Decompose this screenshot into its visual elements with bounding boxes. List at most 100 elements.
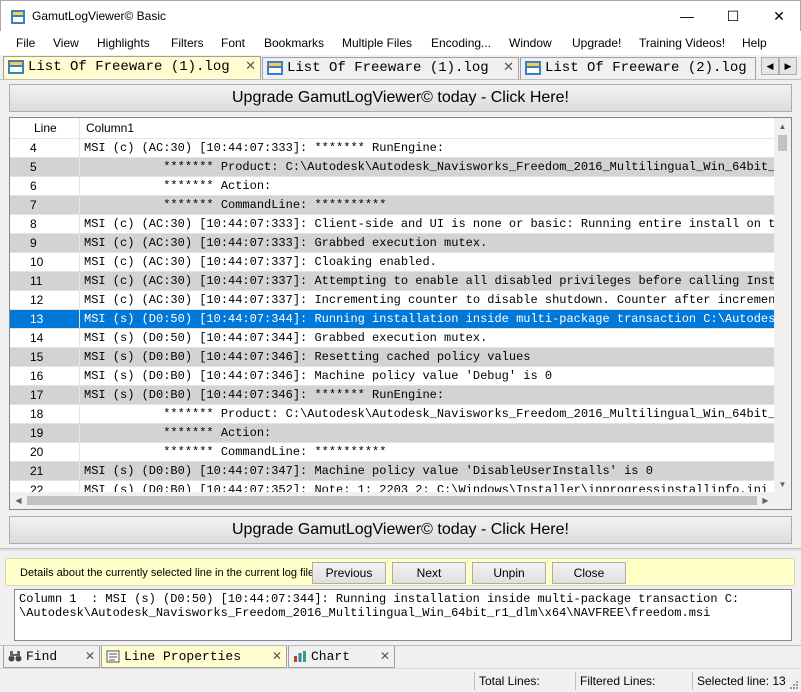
log-text-cell: MSI (c) (AC:30) [10:44:07:333]: ******* …	[84, 141, 445, 155]
scroll-down-icon[interactable]: ▼	[774, 476, 791, 493]
line-number-cell: 21	[10, 462, 80, 480]
column-header-line[interactable]: Line	[10, 118, 80, 139]
table-row[interactable]: 18 ******* Product: C:\Autodesk\Autodesk…	[10, 405, 774, 424]
close-tab-icon[interactable]: ✕	[380, 646, 390, 667]
line-number-cell: 9	[10, 234, 80, 252]
log-text-cell: MSI (c) (AC:30) [10:44:07:337]: Cloaking…	[84, 255, 437, 269]
vertical-scrollbar[interactable]: ▲ ▼	[774, 118, 791, 493]
tab-find[interactable]: Find ✕	[3, 646, 100, 668]
log-file-icon	[8, 60, 24, 74]
tab-scroll-left-icon[interactable]: ◀	[761, 57, 779, 75]
log-text-cell: MSI (s) (D0:50) [10:44:07:344]: Running …	[84, 312, 774, 326]
tab-label: Chart	[311, 649, 351, 664]
close-details-button[interactable]: Close	[552, 562, 626, 584]
table-row[interactable]: 14 MSI (s) (D0:50) [10:44:07:344]: Grabbe…	[10, 329, 774, 348]
table-row[interactable]: 5 ******* Product: C:\Autodesk\Autodesk_…	[10, 158, 774, 177]
log-text-cell: MSI (s) (D0:B0) [10:44:07:346]: Resettin…	[84, 350, 531, 364]
table-row[interactable]: 19 ******* Action:	[10, 424, 774, 443]
menu-help[interactable]: Help	[742, 36, 767, 50]
table-row[interactable]: 10 MSI (c) (AC:30) [10:44:07:337]: Cloaki…	[10, 253, 774, 272]
menu-filters[interactable]: Filters	[171, 36, 204, 50]
line-number-cell: 20	[10, 443, 80, 461]
close-window-button[interactable]: ✕	[756, 1, 801, 31]
log-text-cell: ******* Product: C:\Autodesk\Autodesk_Na…	[84, 407, 774, 421]
line-number-cell: 16	[10, 367, 80, 385]
bottom-tab-bar: Find ✕ Line Properties ✕ Chart ✕	[0, 645, 801, 668]
log-text-cell: ******* CommandLine: **********	[84, 198, 387, 212]
tab-line-properties[interactable]: Line Properties ✕	[101, 646, 287, 668]
tab-scroll-right-icon[interactable]: ▶	[779, 57, 797, 75]
close-tab-icon[interactable]: ✕	[245, 57, 256, 77]
tab-list-of-freeware-2[interactable]: List Of Freeware (2).log	[520, 57, 756, 79]
window-title: GamutLogViewer© Basic	[32, 9, 167, 23]
resize-grip-icon[interactable]	[789, 680, 799, 690]
table-row[interactable]: 9 MSI (c) (AC:30) [10:44:07:333]: Grabbed…	[10, 234, 774, 253]
scroll-left-icon[interactable]: ◀	[10, 492, 27, 509]
vertical-scroll-thumb[interactable]	[778, 135, 787, 151]
log-text-cell: MSI (c) (AC:30) [10:44:07:337]: Incremen…	[84, 293, 774, 307]
menu-upgrade[interactable]: Upgrade!	[572, 36, 621, 50]
tab-list-of-freeware-1a[interactable]: List Of Freeware (1).log ✕	[3, 56, 261, 79]
properties-icon	[106, 650, 120, 663]
line-number-cell: 11	[10, 272, 80, 290]
line-number-cell: 15	[10, 348, 80, 366]
menu-window[interactable]: Window	[509, 36, 552, 50]
previous-button[interactable]: Previous	[312, 562, 386, 584]
document-tab-bar: List Of Freeware (1).log ✕ List Of Freew…	[0, 55, 801, 80]
line-number-cell: 8	[10, 215, 80, 233]
table-row[interactable]: 17 MSI (s) (D0:B0) [10:44:07:346]: ******…	[10, 386, 774, 405]
table-row[interactable]: 12 MSI (c) (AC:30) [10:44:07:337]: Increm…	[10, 291, 774, 310]
details-toolbar: Details about the currently selected lin…	[5, 558, 795, 586]
menu-bookmarks[interactable]: Bookmarks	[264, 36, 324, 50]
upgrade-banner-bottom[interactable]: Upgrade GamutLogViewer© today - Click He…	[9, 516, 792, 544]
unpin-button[interactable]: Unpin	[472, 562, 546, 584]
menu-multiple-files[interactable]: Multiple Files	[342, 36, 412, 50]
horizontal-scrollbar[interactable]: ◀ ▶	[10, 492, 774, 509]
scroll-right-icon[interactable]: ▶	[757, 492, 774, 509]
line-number-cell: 19	[10, 424, 80, 442]
tab-list-of-freeware-1b[interactable]: List Of Freeware (1).log ✕	[262, 57, 519, 79]
line-details-text[interactable]: Column 1 : MSI (s) (D0:50) [10:44:07:344…	[14, 589, 792, 641]
upgrade-banner-top[interactable]: Upgrade GamutLogViewer© today - Click He…	[9, 84, 792, 112]
chart-icon	[294, 651, 306, 662]
menu-file[interactable]: File	[16, 36, 35, 50]
tab-label: Find	[26, 649, 58, 664]
menu-view[interactable]: View	[53, 36, 79, 50]
menu-training-videos[interactable]: Training Videos!	[639, 36, 725, 50]
menu-highlights[interactable]: Highlights	[97, 36, 150, 50]
log-text-cell: MSI (s) (D0:B0) [10:44:07:346]: ******* …	[84, 388, 445, 402]
tab-chart[interactable]: Chart ✕	[288, 646, 395, 668]
table-row[interactable]: 4 MSI (c) (AC:30) [10:44:07:333]: *******…	[10, 139, 774, 158]
table-row[interactable]: 7 ******* CommandLine: **********	[10, 196, 774, 215]
line-number-cell: 18	[10, 405, 80, 423]
log-text-cell: MSI (c) (AC:30) [10:44:07:337]: Attempti…	[84, 274, 774, 288]
table-row[interactable]: 15 MSI (s) (D0:B0) [10:44:07:346]: Resett…	[10, 348, 774, 367]
tab-label: Line Properties	[124, 649, 242, 664]
maximize-button[interactable]: ☐	[710, 1, 756, 31]
scroll-up-icon[interactable]: ▲	[774, 118, 791, 135]
minimize-button[interactable]: —	[664, 1, 710, 31]
next-button[interactable]: Next	[392, 562, 466, 584]
grid-rows: 4 MSI (c) (AC:30) [10:44:07:333]: *******…	[10, 139, 774, 494]
grid-header: Line Column1	[10, 118, 774, 139]
log-text-cell: MSI (s) (D0:B0) [10:44:07:347]: Machine …	[84, 464, 653, 478]
line-number-cell: 17	[10, 386, 80, 404]
horizontal-scroll-thumb[interactable]	[27, 496, 757, 505]
table-row[interactable]: 16 MSI (s) (D0:B0) [10:44:07:346]: Machin…	[10, 367, 774, 386]
menu-encoding[interactable]: Encoding...	[431, 36, 491, 50]
tab-label: List Of Freeware (2).log	[545, 60, 747, 76]
log-text-cell: ******* Action:	[84, 179, 272, 193]
column-header-column1[interactable]: Column1	[80, 118, 774, 139]
menu-font[interactable]: Font	[221, 36, 245, 50]
menu-bar: File View Highlights Filters Font Bookma…	[0, 31, 801, 55]
close-tab-icon[interactable]: ✕	[85, 646, 95, 667]
table-row[interactable]: 13 MSI (s) (D0:50) [10:44:07:344]: Runnin…	[10, 310, 774, 329]
table-row[interactable]: 6 ******* Action:	[10, 177, 774, 196]
close-tab-icon[interactable]: ✕	[272, 646, 282, 667]
table-row[interactable]: 11 MSI (c) (AC:30) [10:44:07:337]: Attemp…	[10, 272, 774, 291]
table-row[interactable]: 8 MSI (c) (AC:30) [10:44:07:333]: Client-…	[10, 215, 774, 234]
table-row[interactable]: 21 MSI (s) (D0:B0) [10:44:07:347]: Machin…	[10, 462, 774, 481]
close-tab-icon[interactable]: ✕	[503, 58, 514, 78]
table-row[interactable]: 20 ******* CommandLine: **********	[10, 443, 774, 462]
panel-splitter[interactable]	[0, 548, 801, 551]
